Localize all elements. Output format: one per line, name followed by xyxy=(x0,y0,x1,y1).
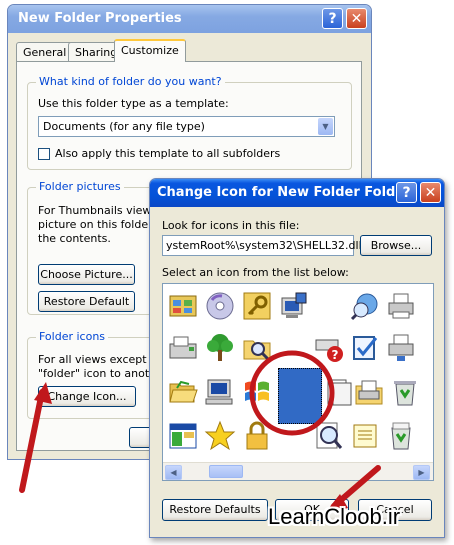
restore-default-button[interactable]: Restore Default xyxy=(38,291,135,312)
recycle-bin-empty-icon[interactable] xyxy=(389,376,421,408)
scroll-thumb[interactable] xyxy=(209,465,243,478)
apply-subfolders-checkbox[interactable] xyxy=(38,148,50,160)
tab-general[interactable]: General xyxy=(16,42,74,62)
group-label: Folder pictures xyxy=(36,180,124,193)
help-button[interactable]: ? xyxy=(396,182,417,203)
dialog-title: New Folder Properties xyxy=(18,11,182,26)
scroll-left-icon[interactable]: ◀ xyxy=(165,465,182,480)
lock-icon[interactable] xyxy=(241,420,273,452)
windows-logo-icon[interactable] xyxy=(241,376,273,408)
svg-text:?: ? xyxy=(332,348,339,362)
folder-properties-titlebar[interactable]: New Folder Properties ? ✕ xyxy=(8,5,371,33)
change-icon-dialog: Change Icon for New Folder Folder ? ✕ Lo… xyxy=(149,178,445,538)
apply-subfolders-label: Also apply this template to all subfolde… xyxy=(55,147,281,160)
app-window-icon[interactable] xyxy=(167,420,199,452)
tab-label: Sharing xyxy=(75,46,118,59)
key-icon[interactable] xyxy=(241,290,273,322)
network-pc-icon[interactable] xyxy=(278,290,310,322)
template-value: Documents (for any file type) xyxy=(43,120,205,133)
choose-picture-button[interactable]: Choose Picture... xyxy=(38,264,135,285)
group-label: What kind of folder do you want? xyxy=(36,75,225,88)
search-folder-icon[interactable] xyxy=(241,332,273,364)
scroll-right-icon[interactable]: ▶ xyxy=(413,465,430,480)
blank-selected-icon[interactable] xyxy=(278,368,322,424)
change-icon-button[interactable]: Change Icon... xyxy=(38,386,136,407)
pictures-text-line: picture on this folder to xyxy=(38,218,168,231)
group-label: Folder icons xyxy=(36,330,109,343)
change-icon-titlebar[interactable]: Change Icon for New Folder Folder ? ✕ xyxy=(150,179,444,207)
printer-network-icon[interactable] xyxy=(385,332,417,364)
icons-text-line: "folder" icon to another xyxy=(38,367,168,380)
recycle-bin-full-icon[interactable] xyxy=(385,420,417,452)
error-device-icon[interactable]: ? xyxy=(313,332,345,364)
select-icon-label: Select an icon from the list below: xyxy=(162,266,349,279)
folder-type-group: What kind of folder do you want? Use thi… xyxy=(27,75,352,170)
fax-icon[interactable] xyxy=(167,332,199,364)
printer-icon[interactable] xyxy=(385,290,417,322)
help-button[interactable]: ? xyxy=(322,8,343,29)
dialog-title: Change Icon for New Folder Folder xyxy=(157,185,411,200)
close-button[interactable]: ✕ xyxy=(346,8,367,29)
browse-button[interactable]: Browse... xyxy=(360,235,432,256)
magnifier-doc-icon[interactable] xyxy=(313,420,345,452)
notepad-icon[interactable] xyxy=(349,420,381,452)
watermark: LearnCloob.ir xyxy=(268,504,401,529)
pictures-text-line: the contents. xyxy=(38,232,111,245)
path-value: ystemRoot%\system32\SHELL32.dll xyxy=(166,239,362,252)
computer-icon[interactable] xyxy=(204,376,236,408)
tab-label: General xyxy=(23,46,67,59)
template-dropdown[interactable]: Documents (for any file type) ▼ xyxy=(38,116,335,137)
chevron-down-icon[interactable]: ▼ xyxy=(318,118,333,135)
search-globe-icon[interactable] xyxy=(349,290,381,322)
restore-defaults-button[interactable]: Restore Defaults xyxy=(162,499,268,521)
icons-text-line: For all views except Th xyxy=(38,353,164,366)
tab-label: Customize xyxy=(121,44,179,57)
tab-customize[interactable]: Customize xyxy=(114,39,186,62)
horizontal-scrollbar[interactable]: ◀ ▶ xyxy=(163,462,433,480)
close-button[interactable]: ✕ xyxy=(420,182,441,203)
template-label: Use this folder type as a template: xyxy=(38,97,229,110)
icon-list[interactable]: ? ◀ ▶ xyxy=(162,283,434,481)
look-for-label: Look for icons in this file: xyxy=(162,219,300,232)
icon-file-path-input[interactable]: ystemRoot%\system32\SHELL32.dll xyxy=(162,235,362,256)
cd-icon[interactable] xyxy=(204,290,236,322)
clipboard-icon[interactable] xyxy=(323,376,355,408)
printer-folder-icon[interactable] xyxy=(353,376,385,408)
folder-open-icon[interactable] xyxy=(167,376,199,408)
checkmark-doc-icon[interactable] xyxy=(349,332,381,364)
tree-icon[interactable] xyxy=(204,332,236,364)
control-panel-icon[interactable] xyxy=(167,290,199,322)
star-icon[interactable] xyxy=(204,420,236,452)
